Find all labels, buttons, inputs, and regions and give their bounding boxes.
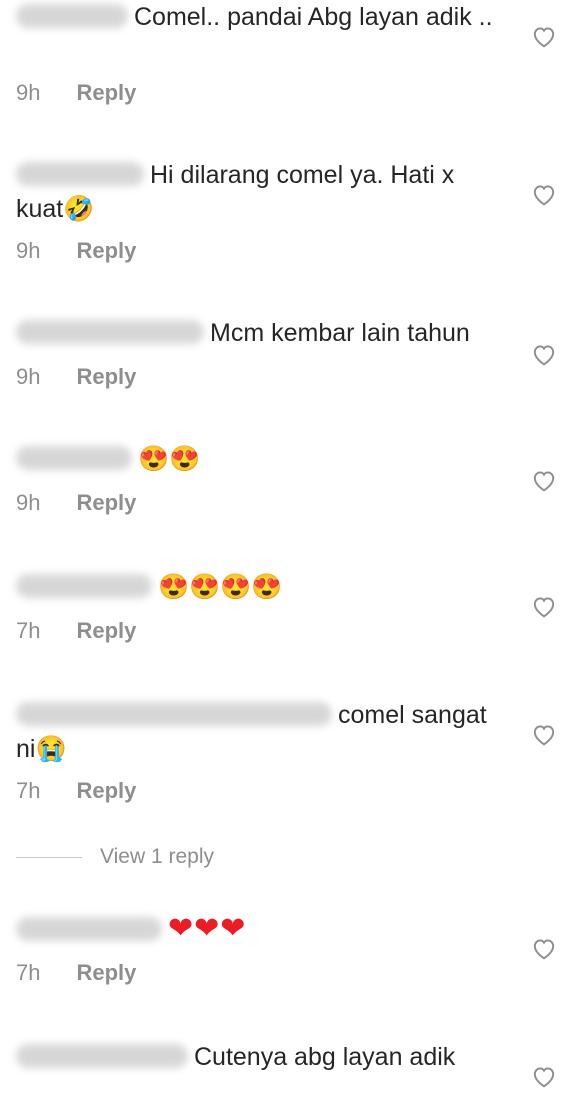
like-heart-icon[interactable] <box>531 24 557 48</box>
like-heart-icon[interactable] <box>531 936 557 960</box>
username-blurred[interactable] <box>16 917 162 941</box>
comment-time: 7h <box>16 618 41 643</box>
username-blurred[interactable] <box>16 702 332 726</box>
username-blurred[interactable] <box>16 574 152 598</box>
comment-time: 9h <box>16 490 41 515</box>
comment-emoji: 😍😍 <box>138 445 201 473</box>
reply-button[interactable]: Reply <box>76 80 136 106</box>
comment-time: 9h <box>16 80 41 105</box>
comment-time: 7h <box>16 778 41 803</box>
username-blurred[interactable] <box>16 4 128 28</box>
view-replies-divider <box>16 856 82 858</box>
comment-emoji: 🤣 <box>63 195 95 223</box>
reply-button[interactable]: Reply <box>76 238 136 264</box>
like-heart-icon[interactable] <box>531 182 557 206</box>
reply-button[interactable]: Reply <box>76 960 136 986</box>
like-heart-icon[interactable] <box>531 722 557 746</box>
reply-button[interactable]: Reply <box>76 778 136 804</box>
reply-button[interactable]: Reply <box>76 618 136 644</box>
comment-time: 9h <box>16 238 41 263</box>
comment-text: Mcm kembar lain tahun <box>210 319 470 347</box>
view-replies-link[interactable]: View 1 reply <box>16 845 214 869</box>
username-blurred[interactable] <box>16 320 204 344</box>
comment-emoji: 😍😍😍😍 <box>158 573 283 601</box>
comment-time: 9h <box>16 364 41 389</box>
like-heart-icon[interactable] <box>531 468 557 492</box>
username-blurred[interactable] <box>16 1044 188 1068</box>
username-blurred[interactable] <box>16 446 132 470</box>
comment-emoji: 😭 <box>35 735 67 763</box>
reply-button[interactable]: Reply <box>76 364 136 390</box>
comment-emoji: ❤❤❤ <box>168 912 247 945</box>
comment-text: Cutenya abg layan adik <box>194 1043 456 1071</box>
username-blurred[interactable] <box>16 162 144 186</box>
like-heart-icon[interactable] <box>531 342 557 366</box>
comment-time: 7h <box>16 960 41 985</box>
like-heart-icon[interactable] <box>531 594 557 618</box>
reply-button[interactable]: Reply <box>76 490 136 516</box>
comment-text: Comel.. pandai Abg layan adik .. <box>134 3 493 31</box>
like-heart-icon[interactable] <box>531 1064 557 1088</box>
view-replies-label: View 1 reply <box>100 845 215 868</box>
